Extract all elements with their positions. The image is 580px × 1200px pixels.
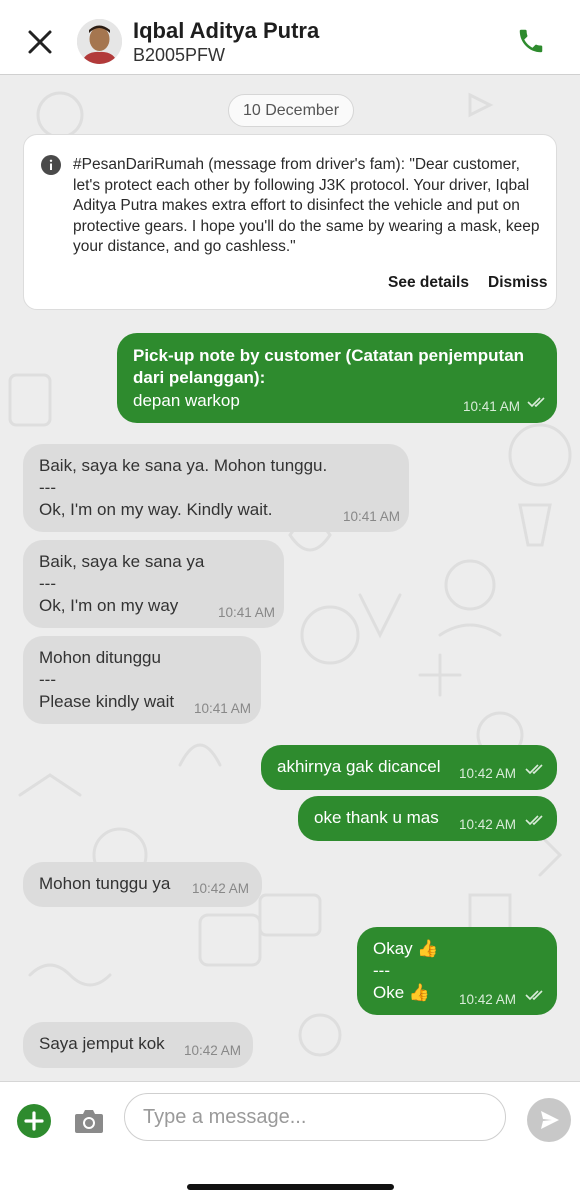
camera-icon[interactable] (74, 1108, 104, 1134)
read-ticks-icon (525, 764, 543, 775)
message-text: Mohon tunggu ya (39, 874, 171, 893)
message-text: depan warkop (133, 391, 240, 410)
license-plate: B2005PFW (133, 45, 226, 65)
info-card-text: #PesanDariRumah (message from driver's f… (73, 156, 540, 255)
close-icon[interactable] (22, 24, 58, 60)
driver-family-message-card: #PesanDariRumah (message from driver's f… (23, 134, 557, 310)
driver-name: Iqbal Aditya Putra (133, 18, 320, 43)
message-time: 10:42 AM (459, 766, 517, 781)
message-bubble-incoming[interactable]: Mohon tunggu ya 10:42 AM (23, 862, 262, 907)
send-icon[interactable] (527, 1098, 571, 1142)
chat-header: Iqbal Aditya Putra B2005PFW (0, 0, 580, 75)
see-details-button[interactable]: See details (388, 274, 469, 292)
pickup-note-title: Pick-up note by customer (Catatan penjem… (133, 346, 525, 387)
message-time: 10:41 AM (218, 605, 276, 620)
message-time: 10:41 AM (343, 509, 401, 524)
message-bubble-outgoing[interactable]: akhirnya gak dicancel 10:42 AM (261, 745, 557, 790)
message-text: Mohon ditunggu --- Please kindly wait (39, 648, 175, 711)
add-icon[interactable] (17, 1104, 51, 1138)
home-indicator (187, 1184, 394, 1190)
message-time: 10:42 AM (184, 1043, 242, 1058)
message-text: Saya jemput kok (39, 1034, 165, 1053)
message-text: oke thank u mas (314, 808, 439, 827)
info-icon (41, 155, 61, 175)
message-bubble-incoming[interactable]: Baik, saya ke sana ya --- Ok, I'm on my … (23, 540, 284, 628)
message-bubble-outgoing[interactable]: oke thank u mas 10:42 AM (298, 796, 557, 841)
dismiss-button[interactable]: Dismiss (488, 274, 547, 292)
chat-area[interactable]: 10 December #PesanDariRumah (message fro… (0, 75, 580, 1081)
message-time: 10:42 AM (192, 881, 250, 896)
read-ticks-icon (525, 990, 543, 1001)
phone-icon[interactable] (516, 26, 546, 56)
message-text: akhirnya gak dicancel (277, 757, 441, 776)
message-bubble-incoming[interactable]: Baik, saya ke sana ya. Mohon tunggu. ---… (23, 444, 409, 532)
message-input[interactable] (124, 1093, 506, 1141)
message-bubble-outgoing[interactable]: Okay 👍 --- Oke 👍 10:42 AM (357, 927, 557, 1015)
read-ticks-icon (527, 397, 545, 408)
message-time: 10:41 AM (194, 701, 252, 716)
date-chip: 10 December (228, 94, 354, 127)
message-input-bar (0, 1081, 580, 1200)
message-time: 10:42 AM (459, 817, 517, 832)
message-bubble-outgoing[interactable]: Pick-up note by customer (Catatan penjem… (117, 333, 557, 423)
message-bubble-incoming[interactable]: Saya jemput kok 10:42 AM (23, 1022, 253, 1068)
message-time: 10:42 AM (459, 992, 517, 1007)
message-text: Baik, saya ke sana ya --- Ok, I'm on my … (39, 552, 205, 615)
message-bubble-incoming[interactable]: Mohon ditunggu --- Please kindly wait 10… (23, 636, 261, 724)
message-text: Okay 👍 --- Oke 👍 (373, 939, 439, 1002)
message-time: 10:41 AM (463, 399, 521, 414)
read-ticks-icon (525, 815, 543, 826)
avatar[interactable] (77, 19, 122, 64)
message-text: Baik, saya ke sana ya. Mohon tunggu. ---… (39, 456, 328, 519)
